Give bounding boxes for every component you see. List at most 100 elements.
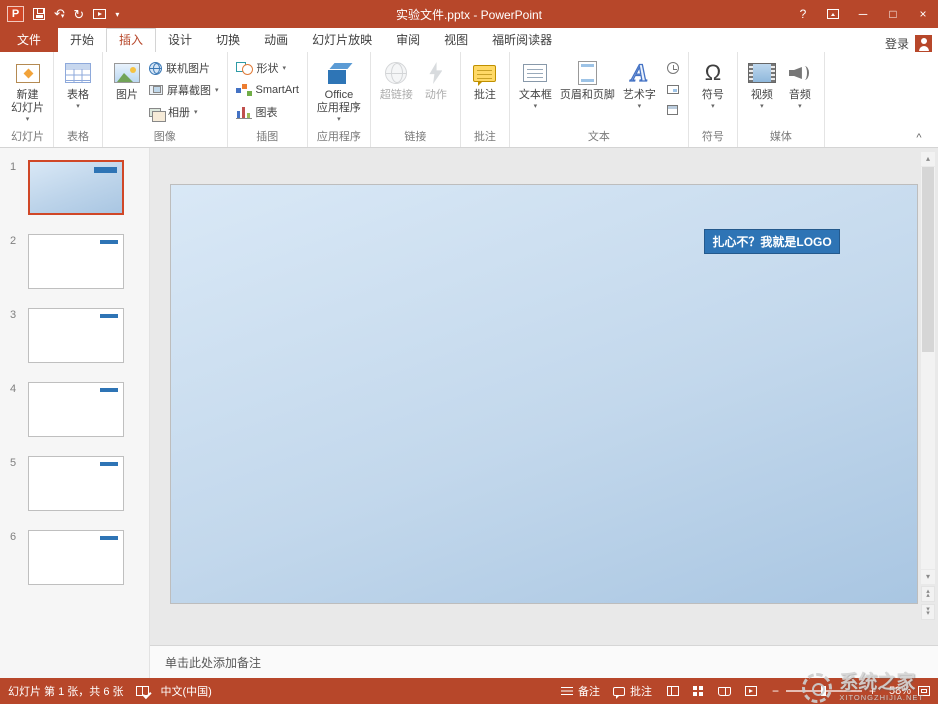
group-label-tables: 表格	[59, 130, 97, 147]
slide-editing-surface[interactable]: 扎心不？我就是LOGO	[170, 184, 918, 604]
office-apps-button[interactable]: Office 应用程序 ▾	[313, 54, 365, 130]
photo-album-label: 相册	[168, 104, 190, 120]
minimize-button[interactable]: ─	[848, 0, 878, 28]
tab-insert[interactable]: 插入	[106, 28, 156, 52]
thumbnail-item[interactable]: 6	[0, 530, 149, 585]
video-button[interactable]: 视频 ▾	[743, 54, 781, 130]
thumbnail-slide-6[interactable]	[28, 530, 124, 585]
tab-file[interactable]: 文件	[0, 28, 58, 52]
fit-to-window-button[interactable]	[918, 686, 930, 696]
vertical-scrollbar[interactable]: ▴ ▾ ▴ ▴ ▾ ▾	[921, 152, 935, 620]
tab-slideshow[interactable]: 幻灯片放映	[300, 28, 384, 52]
office-apps-icon	[325, 60, 353, 87]
tab-foxit-reader[interactable]: 福昕阅读器	[480, 28, 564, 52]
shapes-button[interactable]: 形状 ▾	[233, 59, 302, 77]
tab-animations[interactable]: 动画	[252, 28, 300, 52]
new-slide-label: 新建 幻灯片	[11, 89, 44, 115]
sign-in[interactable]: 登录	[885, 35, 938, 52]
symbol-button[interactable]: Ω 符号 ▾	[694, 54, 732, 130]
notes-pane[interactable]: 单击此处添加备注	[150, 645, 938, 678]
scrollbar-thumb[interactable]	[922, 167, 934, 352]
undo-button[interactable]: ↶▾	[54, 5, 64, 23]
previous-slide-button[interactable]: ▴ ▴	[921, 586, 935, 602]
text-box-button[interactable]: 文本框 ▾	[515, 54, 556, 130]
tab-design[interactable]: 设计	[156, 28, 204, 52]
thumbnail-item[interactable]: 4	[0, 382, 149, 437]
zoom-controls: − + 58%	[772, 685, 930, 697]
thumbnail-slide-5[interactable]	[28, 456, 124, 511]
new-slide-button[interactable]: 新建 幻灯片 ▾	[7, 54, 48, 130]
text-box-icon	[523, 64, 547, 82]
save-button[interactable]	[33, 8, 45, 20]
tab-home[interactable]: 开始	[58, 28, 106, 52]
notes-toggle-button[interactable]: 备注	[561, 683, 600, 699]
zoom-level[interactable]: 58%	[883, 685, 911, 697]
office-apps-label: Office 应用程序	[317, 89, 361, 115]
smartart-icon	[236, 84, 252, 96]
audio-button[interactable]: 音频 ▾	[781, 54, 819, 130]
chevron-down-icon: ▾	[337, 116, 341, 123]
video-icon	[748, 63, 776, 83]
slide-logo-text-box[interactable]: 扎心不？我就是LOGO	[704, 229, 839, 254]
language-indicator[interactable]: 中文(中国)	[161, 683, 212, 699]
customize-qat-button[interactable]: ▾	[115, 10, 119, 19]
slide-sorter-view-button[interactable]	[691, 682, 707, 700]
thumbnail-slide-4[interactable]	[28, 382, 124, 437]
slide-number-button[interactable]	[663, 81, 683, 97]
smartart-button[interactable]: SmartArt	[233, 81, 302, 99]
thumbnail-slide-2[interactable]	[28, 234, 124, 289]
online-pictures-button[interactable]: 联机图片	[146, 59, 222, 77]
wordart-button[interactable]: A 艺术字 ▾	[619, 54, 660, 130]
header-footer-label: 页眉和页脚	[560, 89, 615, 102]
date-time-button[interactable]	[663, 60, 683, 76]
slide-canvas-area[interactable]: 扎心不？我就是LOGO ▴ ▾ ▴ ▴ ▾ ▾	[150, 148, 938, 645]
picture-button[interactable]: 图片	[108, 54, 146, 130]
tab-transitions[interactable]: 切换	[204, 28, 252, 52]
zoom-out-button[interactable]: −	[772, 685, 779, 697]
scroll-down-button[interactable]: ▾	[921, 570, 935, 584]
action-button[interactable]: 动作	[417, 54, 455, 130]
comments-toggle-button[interactable]: 批注	[613, 683, 652, 699]
zoom-slider[interactable]	[786, 690, 862, 692]
object-button[interactable]	[663, 102, 683, 118]
scrollbar-track[interactable]	[921, 167, 935, 569]
normal-view-button[interactable]	[665, 682, 681, 700]
collapse-ribbon-button[interactable]: ^	[910, 132, 928, 144]
chevron-down-icon: ▾	[798, 103, 802, 110]
screenshot-button[interactable]: 屏幕截图 ▾	[146, 81, 222, 99]
slide-sorter-icon	[693, 686, 704, 697]
chevron-down-icon: ▾	[61, 13, 65, 20]
redo-button[interactable]: ↻	[73, 8, 84, 21]
slideshow-view-button[interactable]	[743, 682, 759, 700]
tab-view[interactable]: 视图	[432, 28, 480, 52]
zoom-slider-thumb[interactable]	[821, 686, 826, 696]
ribbon-group-symbols: Ω 符号 ▾ 符号	[689, 52, 738, 147]
thumbnail-item[interactable]: 3	[0, 308, 149, 363]
photo-album-button[interactable]: 相册 ▾	[146, 103, 222, 121]
hyperlink-label: 超链接	[380, 89, 413, 102]
comment-button[interactable]: 批注	[466, 54, 504, 130]
thumbnail-slide-3[interactable]	[28, 308, 124, 363]
thumbnail-item[interactable]: 2	[0, 234, 149, 289]
table-button[interactable]: 表格 ▾	[59, 54, 97, 130]
scroll-up-button[interactable]: ▴	[921, 152, 935, 166]
spell-check-button[interactable]	[136, 686, 149, 696]
ribbon-display-options-button[interactable]	[818, 0, 848, 28]
thumbnail-item[interactable]: 5	[0, 456, 149, 511]
chart-label: 图表	[256, 104, 278, 120]
group-label-illustrations: 插图	[233, 130, 302, 147]
tab-review[interactable]: 审阅	[384, 28, 432, 52]
slide-counter[interactable]: 幻灯片 第 1 张，共 6 张	[8, 683, 124, 699]
next-slide-button[interactable]: ▾ ▾	[921, 604, 935, 620]
hyperlink-button[interactable]: 超链接	[376, 54, 417, 130]
help-button[interactable]: ?	[788, 0, 818, 28]
maximize-button[interactable]: □	[878, 0, 908, 28]
reading-view-button[interactable]	[717, 682, 733, 700]
zoom-in-button[interactable]: +	[869, 685, 876, 697]
header-footer-button[interactable]: 页眉和页脚	[556, 54, 619, 130]
chart-button[interactable]: 图表	[233, 103, 302, 121]
start-slideshow-button[interactable]	[93, 9, 106, 19]
thumbnail-slide-1[interactable]	[28, 160, 124, 215]
thumbnail-item[interactable]: 1	[0, 160, 149, 215]
close-button[interactable]: ×	[908, 0, 938, 28]
